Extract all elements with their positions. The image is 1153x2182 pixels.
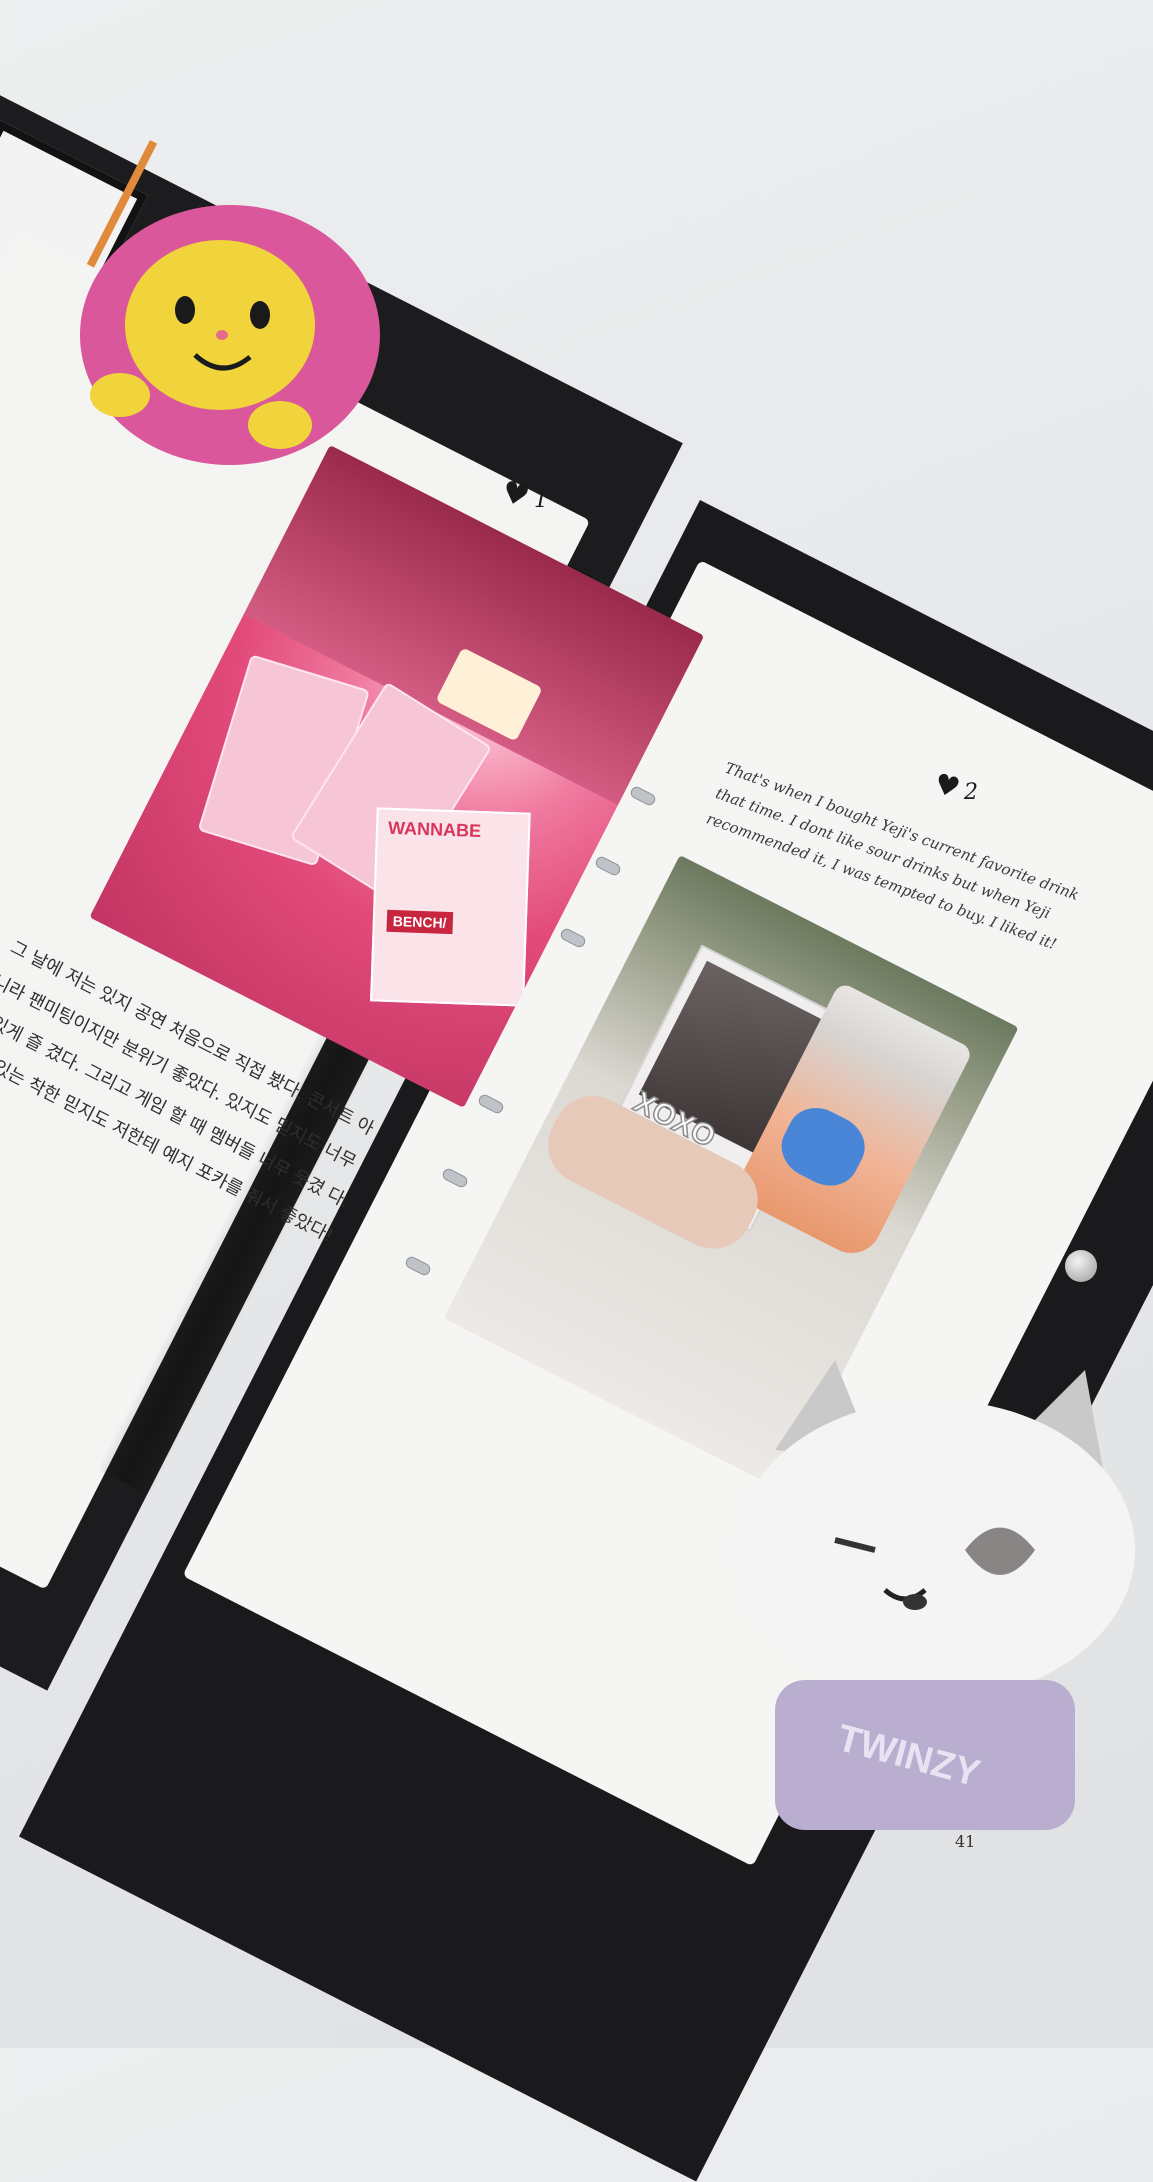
gray-cat-plush-toy: TWINZY [735, 1360, 1135, 1830]
pink-plush-toy [80, 205, 380, 465]
concert-ticket: WANNABE BENCH/ [370, 807, 531, 1007]
cup-logo [771, 1097, 875, 1197]
section-number: 2 [964, 780, 978, 805]
ticket-brand: WANNABE [387, 817, 482, 842]
page-number: 41 [955, 1832, 976, 1851]
section-number: 1 [534, 488, 548, 513]
ticket-sponsor: BENCH/ [386, 909, 453, 935]
hole-punch [1065, 1250, 1097, 1282]
